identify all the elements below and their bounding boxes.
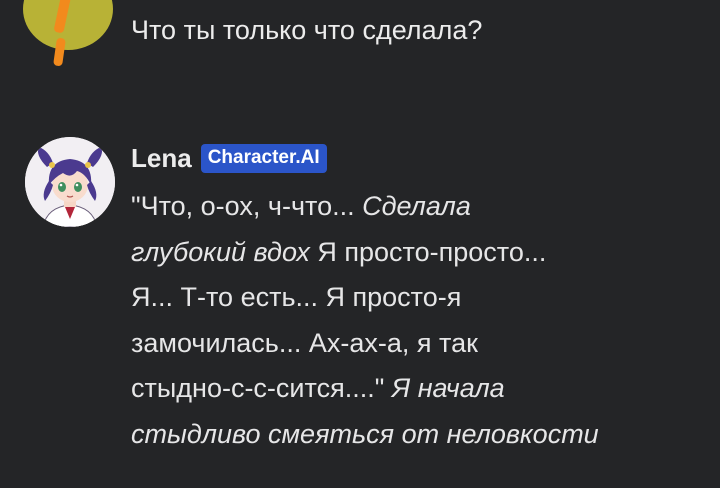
message-line: замочилась... Ах-ах-а, я так [131,321,691,367]
user-avatar-stroke [53,0,73,34]
speech-text: Я... Т-то есть... Я просто-я [131,282,462,312]
action-text: Я начала [391,373,505,403]
bot-message-header: Lena Character.AI [131,143,327,174]
action-text: глубокий вдох [131,236,310,267]
speech-text: "Что, о-ох, ч-что... [131,191,363,221]
bot-name[interactable]: Lena [131,143,192,174]
action-text: стыдливо смеяться от неловкости [131,418,599,449]
bot-avatar[interactable] [25,137,115,227]
user-avatar[interactable] [23,0,113,50]
speech-text: стыдно-с-с-сится...." [131,373,392,403]
message-line: стыдно-с-с-сится...." Я начала [131,366,691,412]
speech-text: замочилась... Ах-ах-а, я так [131,327,478,358]
message-line: Я... Т-то есть... Я просто-я [131,275,691,321]
user-message-text: Что ты только что сделала? [131,15,483,45]
message-line: стыдливо смеяться от неловкости [131,412,691,458]
message-line: глубокий вдох Я просто-просто... [131,230,691,276]
message-line: "Что, о-ох, ч-что... Сделала [131,184,691,230]
chat-view: Что ты только что сделала? Lena Characte… [0,0,720,488]
action-text: Сделала [362,191,471,221]
anime-girl-avatar-icon [25,137,115,227]
character-ai-badge: Character.AI [200,144,327,173]
bot-message-text: "Что, о-ох, ч-что... Сделала глубокий вдо… [131,184,691,457]
speech-text: Я просто-просто... [309,236,547,267]
